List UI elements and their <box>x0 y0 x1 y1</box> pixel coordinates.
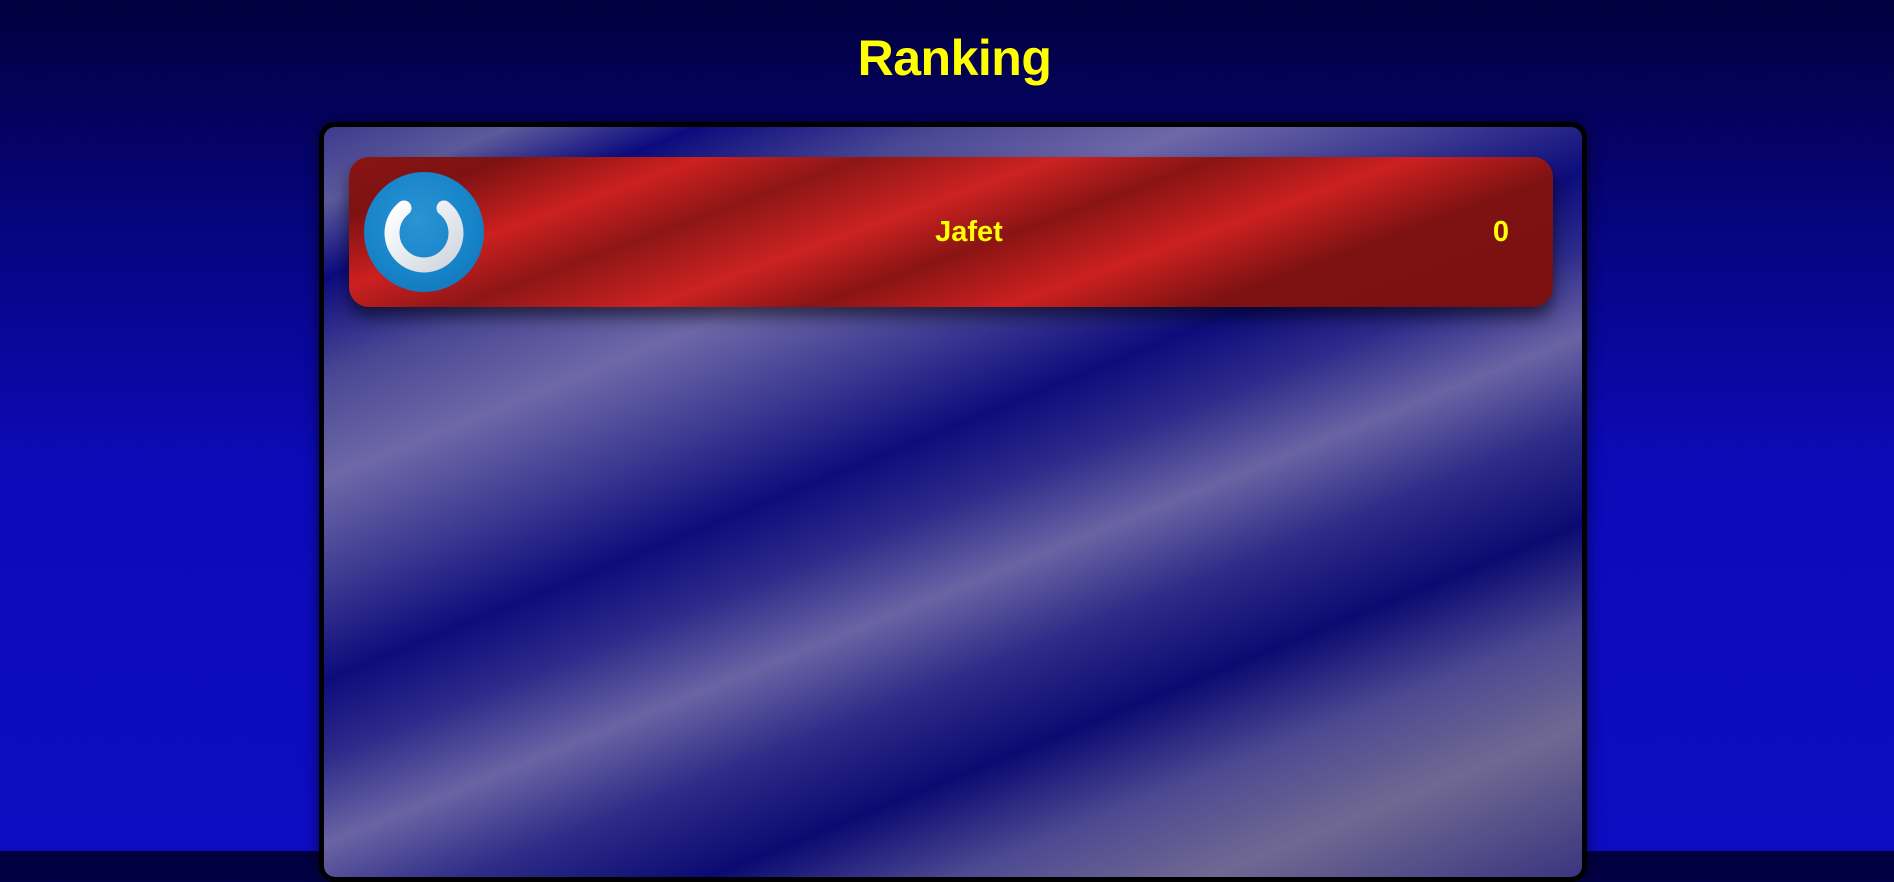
page-title: Ranking <box>857 30 1052 86</box>
player-name: Jafet <box>935 216 1003 248</box>
ranking-row: Jafet 0 <box>349 157 1553 307</box>
player-score: 0 <box>1492 216 1509 248</box>
